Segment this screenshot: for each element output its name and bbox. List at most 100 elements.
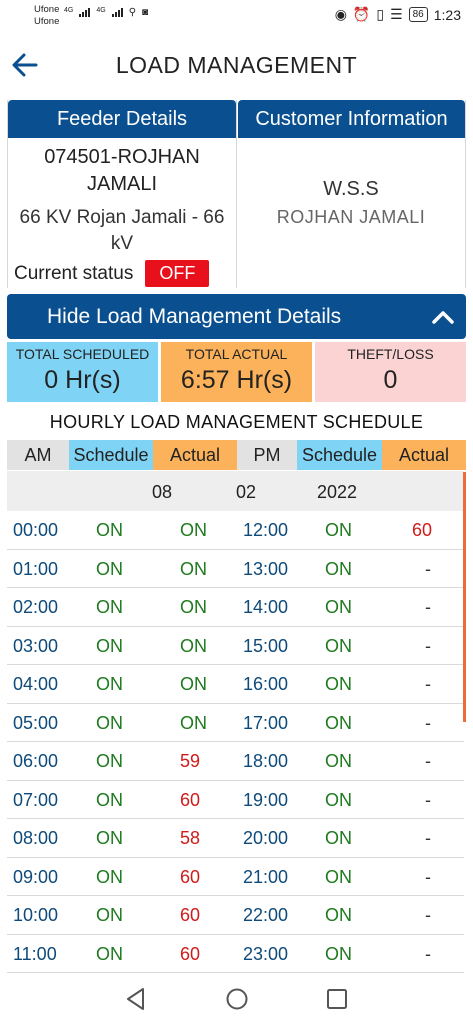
home-circle-icon[interactable] [224,986,250,1012]
table-row: 01:00 ON ON 13:00 ON - [7,550,464,588]
cell-am: 05:00 [13,712,59,733]
cell-am-sched: ON [96,597,123,617]
header-am-actual: Actual [153,440,237,470]
cell-pm-sched: ON [325,712,352,733]
customer-location: ROJHAN JAMALI [276,207,426,227]
cell-am-actual: ON [180,520,207,540]
status-bar: Ufone Ufone 4G 4G ⚲ ◙ ◉ ⏰ ▯ ☰ 86 1:23 [0,0,473,32]
total-scheduled: TOTAL SCHEDULED 0 Hr(s) [7,342,158,402]
cell-pm: 17:00 [243,712,289,733]
cell-am: 09:00 [13,866,59,887]
cell-am: 08:00 [13,828,59,848]
cell-pm-sched: ON [325,943,352,964]
cell-pm-sched: ON [325,828,352,848]
signal-icon [79,7,91,17]
cell-pm-actual: - [425,866,431,887]
back-triangle-icon[interactable] [123,986,149,1012]
table-row: 05:00 ON ON 17:00 ON - [7,704,464,742]
total-scheduled-label: TOTAL SCHEDULED [15,346,150,362]
cell-pm-actual: - [425,943,431,964]
total-actual: TOTAL ACTUAL 6:57 Hr(s) [161,342,312,402]
cell-am: 11:00 [13,943,57,964]
info-cards: Feeder Details 074501-ROJHAN JAMALI 66 K… [7,100,466,288]
header-am: AM [7,440,69,470]
cell-pm-actual: - [425,828,431,848]
table-row: 03:00 ON ON 15:00 ON - [7,627,464,665]
system-nav-bar [0,974,473,1024]
schedule-table-body: 00:00 ON ON 12:00 ON 60 01:00 ON ON 13:00 ON -02:00… [7,511,464,973]
network-type-2: 4G [96,7,106,14]
status-right: ◉ ⏰ ▯ ☰ 86 1:23 [335,6,461,23]
date-month: 08 [152,482,173,502]
cell-am-sched: ON [96,751,123,771]
cell-am-sched: ON [96,905,123,925]
header-pm: PM [237,440,297,470]
cell-pm: 16:00 [243,674,289,694]
cell-am: 00:00 [13,520,59,540]
cell-am-actual: 59 [180,751,201,771]
cell-am-actual: 60 [180,905,201,925]
feeder-card: Feeder Details 074501-ROJHAN JAMALI 66 K… [7,100,236,288]
cell-pm: 15:00 [243,635,289,656]
battery-icon: 86 [408,7,428,22]
cell-am-sched: ON [96,866,123,887]
feeder-code: 074501-ROJHAN JAMALI [44,146,200,195]
table-row: 09:00 ON 60 21:00 ON - [7,858,464,896]
cell-am-sched: ON [96,828,123,848]
cell-pm-actual: - [425,597,431,617]
totals-panel: TOTAL SCHEDULED 0 Hr(s) TOTAL ACTUAL 6:5… [7,342,466,402]
header-am-schedule: Schedule [69,440,153,470]
cell-am-actual: 58 [180,828,201,848]
date-day: 02 [236,482,257,502]
cell-pm: 13:00 [243,558,289,579]
cell-am-actual: ON [180,597,207,617]
recents-square-icon[interactable] [324,986,350,1012]
cell-am-sched: ON [96,943,123,964]
carrier-1: Ufone [34,4,60,15]
cell-am-sched: ON [96,558,123,579]
cell-pm-actual: - [425,712,431,733]
cell-am: 06:00 [13,751,59,771]
cell-pm-actual: - [425,905,431,925]
cell-am: 01:00 [13,558,59,579]
usb-icon: ⚲ [128,7,137,18]
theft-loss-value: 0 [383,366,398,394]
cell-am: 07:00 [13,789,59,810]
cell-am-actual: ON [180,558,207,579]
cell-pm-actual: - [425,558,431,579]
table-row: 02:00 ON ON 14:00 ON - [7,588,464,627]
cell-am-actual: 60 [180,789,201,810]
date-row: 08 02 2022 [7,471,464,511]
cell-pm: 14:00 [243,597,289,617]
cell-pm: 22:00 [243,905,289,925]
status-badge: OFF [145,260,210,287]
schedule-table-header: AM Schedule Actual PM Schedule Actual [7,440,466,470]
cell-pm: 19:00 [243,789,289,810]
status-label: Current status [14,262,134,284]
customer-card-heading: Customer Information [238,100,465,138]
cell-am: 10:00 [13,905,59,925]
theft-loss: THEFT/LOSS 0 [315,342,466,402]
cell-pm: 21:00 [243,866,289,887]
vibrate-icon: ▯ [376,6,385,22]
feeder-name: 66 KV Rojan Jamali - 66 kV [19,207,225,254]
customer-card: Customer Information W.S.S ROJHAN JAMALI [236,100,466,288]
chevron-up-icon[interactable] [430,304,456,330]
cell-pm-sched: ON [325,866,352,887]
alarm-icon: ⏰ [352,6,371,22]
cell-pm-sched: ON [325,751,352,771]
cell-am-sched: ON [96,635,123,656]
scrollbar[interactable] [463,472,466,722]
table-row: 07:00 ON 60 19:00 ON - [7,781,464,819]
cell-pm: 23:00 [243,943,289,964]
signal-icons: 4G 4G ⚲ ◙ [64,7,148,18]
cell-am-sched: ON [96,712,123,733]
signal-icon-2 [111,7,123,17]
hide-details-button[interactable]: Hide Load Management Details [7,294,466,339]
cell-am-actual: ON [180,674,207,694]
table-row: 11:00 ON 60 23:00 ON - [7,935,464,973]
header-pm-actual: Actual [382,440,466,470]
cell-am-actual: 60 [180,943,201,964]
cell-am-actual: 60 [180,866,201,887]
cell-am: 03:00 [13,635,59,656]
